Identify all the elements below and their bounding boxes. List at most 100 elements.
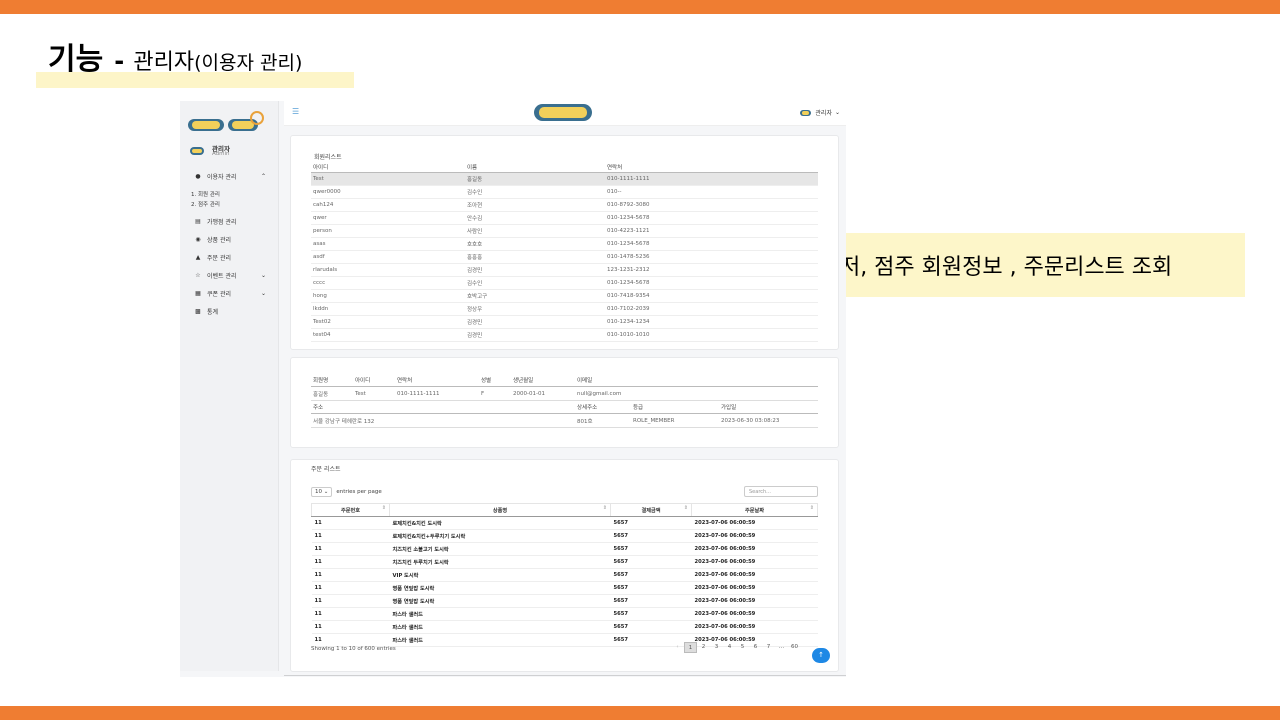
detail-value: 010-1111-1111 [395,386,479,401]
table-row[interactable]: Test02 김경민 010-1234-1234 [311,315,818,329]
sidebar-item-order-manage[interactable]: ▲ 주문 관리 [194,253,266,262]
page-button[interactable]: 1 [684,642,697,653]
table-cell: qwer [311,211,465,225]
prev-page-icon[interactable]: ‹ [671,642,684,653]
table-row[interactable]: 11 파스타 샐러드 5657 2023-07-06 06:00:59 [311,620,818,634]
table-row[interactable]: lkddn 정상우 010-7102-2039 [311,302,818,316]
table-cell: 2023-07-06 06:00:59 [691,516,818,530]
table-cell: 5657 [610,620,692,634]
table-row[interactable]: rlarudals 김경민 123-1231-2312 [311,263,818,277]
sort-icon: ⇕ [683,505,688,511]
search-input[interactable]: Search... [744,486,818,497]
table-row[interactable]: cah124 조아현 010-8792-3080 [311,198,818,212]
avatar [800,109,812,116]
brand-logo[interactable] [188,111,266,133]
table-cell: 호박고구 [465,289,605,303]
bag-icon: ◉ [195,236,201,243]
member-detail-table: 회원명 아이디 연락처 성별 생년월일 이메일 홍길동 Test 010-111… [311,374,818,428]
page-button[interactable]: 6 [749,642,762,653]
column-header[interactable]: 연락처 [605,162,818,173]
column-header[interactable]: 이름 [465,162,605,173]
page-button[interactable]: 5 [736,642,749,653]
table-cell: 김경민 [465,315,605,329]
table-cell: 010-1234-5678 [605,237,818,251]
table-row[interactable]: hong 호박고구 010-7418-9354 [311,289,818,303]
page-button[interactable]: 7 [762,642,775,653]
table-cell: 5657 [610,542,692,556]
column-header[interactable]: 상품명 ⇕ [389,503,611,517]
sidebar-item-product-manage[interactable]: ◉ 상품 관리 [194,235,266,244]
scroll-top-button[interactable]: ↑ [812,648,830,663]
sidebar-subitem-owners[interactable]: 2. 점주 관리 [191,200,220,208]
table-cell: 사람인 [465,224,605,238]
navbar-user-menu[interactable]: 관리자 ⌄ [800,108,840,117]
table-cell: Test02 [311,315,465,329]
page-button[interactable]: 4 [723,642,736,653]
table-row[interactable]: test04 김경민 010-1010-1010 [311,328,818,342]
table-cell: cah124 [311,198,465,212]
table-row[interactable]: Test 홍길동 010-1111-1111 [311,172,818,186]
table-row[interactable]: asdf 홍홍홍 010-1478-5236 [311,250,818,264]
table-cell: 123-1231-2312 [605,263,818,277]
sidebar-item-coupon-manage[interactable]: ▦ 쿠폰 관리 ⌄ [194,289,266,298]
table-cell: 11 [311,607,390,621]
chevron-up-icon: ⌃ [260,173,266,180]
table-cell: 11 [311,581,390,595]
table-cell: test04 [311,328,465,342]
page-button[interactable]: ... [775,642,788,653]
detail-label: 아이디 [353,374,395,387]
table-cell: 로제치킨&치킨 도시락 [389,516,611,530]
top-navbar: ☰ 관리자 ⌄ [284,101,846,126]
detail-value: 서울 강남구 테헤란로 132 [311,413,575,428]
table-row[interactable]: asas 호호호 010-1234-5678 [311,237,818,251]
column-header[interactable]: 결제금액 ⇕ [610,503,692,517]
page-button[interactable]: 3 [710,642,723,653]
table-cell: 010-1478-5236 [605,250,818,264]
table-cell: 파스타 샐러드 [389,620,611,634]
sidebar-item-event-manage[interactable]: ☆ 이벤트 관리 ⌄ [194,271,266,280]
column-header[interactable]: 주문날짜 ⇕ [691,503,818,517]
table-cell: 010-4223-1121 [605,224,818,238]
table-cell: asdf [311,250,465,264]
table-row[interactable]: 11 명품 연잎밥 도시락 5657 2023-07-06 06:00:59 [311,594,818,608]
table-row[interactable]: 11 VIP 도시락 5657 2023-07-06 06:00:59 [311,568,818,582]
table-row[interactable]: qwer 안수김 010-1234-5678 [311,211,818,225]
detail-label: 연락처 [395,374,479,387]
detail-label: 성별 [479,374,511,387]
table-cell: 조아현 [465,198,605,212]
navbar-logo[interactable] [534,104,592,121]
sidebar-item-statistics[interactable]: ▩ 통계 [194,307,266,316]
table-cell: 11 [311,542,390,556]
arrow-up-icon: ↑ [818,651,824,659]
table-row[interactable]: 11 치즈치킨 두루치기 도시락 5657 2023-07-06 06:00:59 [311,555,818,569]
table-row[interactable]: 11 치즈치킨 소불고기 도시락 5657 2023-07-06 06:00:59 [311,542,818,556]
table-row[interactable]: 11 로제치킨&치킨+두루치기 도시락 5657 2023-07-06 06:00:5… [311,529,818,543]
table-cell: 010-1234-5678 [605,211,818,225]
chevron-down-icon: ⌄ [834,109,840,116]
sidebar-subitem-members[interactable]: 1. 회원 관리 [191,190,220,198]
avatar [190,147,204,155]
column-header[interactable]: 아이디 [311,162,465,173]
page-button[interactable]: 2 [697,642,710,653]
table-cell: 010-- [605,185,818,199]
sidebar-item-store-manage[interactable]: ▤ 가맹점 관리 [194,217,266,226]
table-row[interactable]: 11 로제치킨&치킨 도시락 5657 2023-07-06 06:00:59 [311,516,818,530]
page-button[interactable]: 60 [788,642,801,653]
table-row[interactable]: 11 명품 연잎밥 도시락 5657 2023-07-06 06:00:59 [311,581,818,595]
sparkle-icon [250,111,264,125]
table-cell: 2023-07-06 06:00:59 [691,542,818,556]
detail-label: 등급 [631,400,719,414]
table-cell: 2023-07-06 06:00:59 [691,620,818,634]
table-cell: 로제치킨&치킨+두루치기 도시락 [389,529,611,543]
top-accent-bar [0,0,1280,14]
sidebar-item-user-manage[interactable]: ● 이용자 관리 ⌃ [194,172,266,181]
table-row[interactable]: qwer0000 김수인 010-- [311,185,818,199]
page-size-select[interactable]: 10 ⌄ [311,487,333,497]
table-row[interactable]: person 사람인 010-4223-1121 [311,224,818,238]
table-cell: 2023-07-06 06:00:59 [691,607,818,621]
column-header[interactable]: 주문번호 ⇕ [311,503,390,517]
hamburger-icon[interactable]: ☰ [292,107,299,116]
table-row[interactable]: 11 파스타 샐러드 5657 2023-07-06 06:00:59 [311,607,818,621]
table-cell: 2023-07-06 06:00:59 [691,594,818,608]
table-row[interactable]: cccc 김수인 010-1234-5678 [311,276,818,290]
